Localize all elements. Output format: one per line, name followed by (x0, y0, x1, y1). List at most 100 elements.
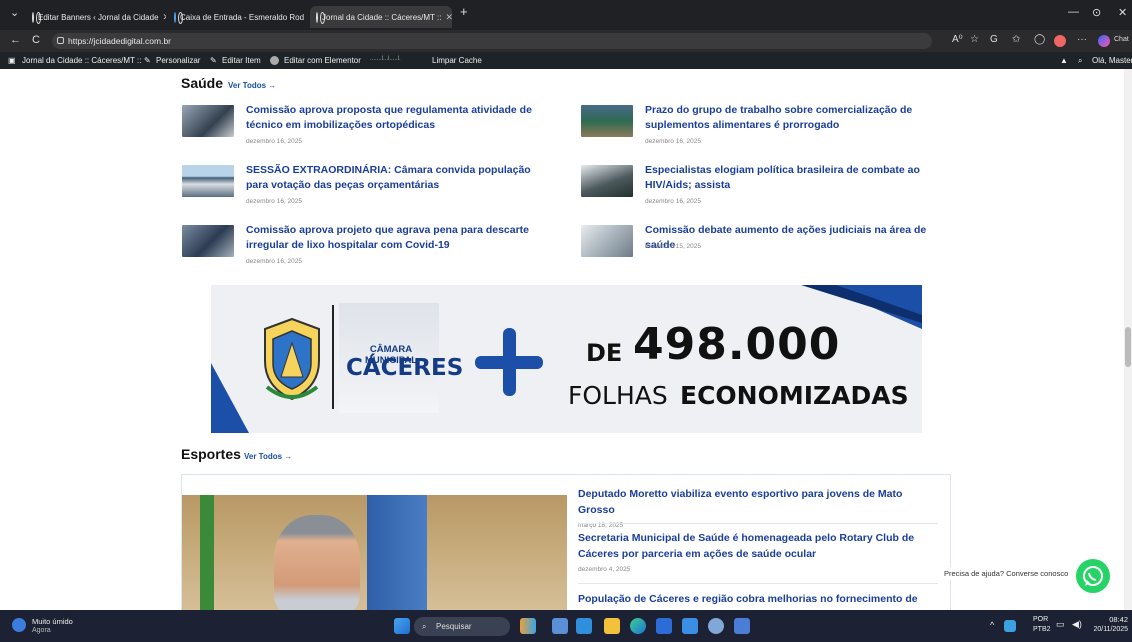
ver-todos-link[interactable]: Ver Todos → (244, 452, 292, 461)
tab-menu-icon[interactable]: ⌄ (10, 6, 19, 19)
clear-cache-link[interactable]: Limpar Cache (432, 56, 482, 65)
settings-icon[interactable] (708, 618, 724, 634)
chevron-up-icon[interactable]: ^ (990, 620, 994, 630)
promo-banner[interactable]: CÂMARA MUNICIPAL CÁCERES DE 498.000 FOLH… (211, 285, 922, 433)
profile-icon[interactable] (1054, 35, 1066, 47)
scrollbar-thumb[interactable] (1125, 327, 1131, 367)
browser-window: ⌄ Editar Banners ‹ Jornal da Cidade ✕ Ca… (0, 0, 1132, 642)
news-title[interactable]: Comissão aprova proposta que regulamenta… (246, 103, 546, 133)
weather-text[interactable]: Muito úmido (32, 617, 73, 626)
news-thumbnail[interactable] (581, 165, 633, 197)
list-item[interactable]: Secretaria Municipal de Saúde é homenage… (578, 531, 938, 573)
search-icon: ⌕ (422, 622, 427, 631)
news-title[interactable]: Secretaria Municipal de Saúde é homenage… (578, 531, 938, 562)
news-thumbnail[interactable] (581, 225, 633, 257)
scrollbar[interactable] (1124, 69, 1132, 610)
weather-sub: Agora (32, 627, 51, 634)
globe-icon (32, 11, 41, 24)
read-aloud-icon[interactable]: A⁰ (952, 34, 963, 45)
url-field[interactable]: https://jcidadedigital.com.br (52, 33, 932, 49)
whatsapp-button[interactable] (1076, 559, 1110, 593)
news-date: dezembro 15, 2025 (645, 243, 702, 250)
help-prompt[interactable]: Precisa de ajuda? Converse conosco (940, 567, 1073, 580)
extension-icon[interactable]: G (990, 34, 998, 45)
news-date: dezembro 16, 2025 (246, 258, 303, 265)
list-item[interactable]: Especialistas elogiam política brasileir… (581, 163, 961, 218)
clock-time[interactable]: 08:42 (1098, 615, 1128, 624)
banner-line2-a: FOLHAS (568, 381, 668, 410)
flag-stripe (200, 495, 214, 610)
clock-date[interactable]: 20/11/2025 (1088, 626, 1128, 633)
windows-start-icon[interactable] (394, 618, 410, 634)
tab-banners[interactable]: Editar Banners ‹ Jornal da Cidade ✕ (26, 6, 166, 28)
shield-icon[interactable]: ◯ (1034, 34, 1045, 45)
minimize-icon[interactable]: — (1068, 6, 1079, 18)
news-title[interactable]: Especialistas elogiam política brasileir… (645, 163, 945, 193)
store-icon[interactable] (656, 618, 672, 634)
taskbar: Muito úmido Agora ⌕ Pesquisar ^ POR PTB2… (0, 610, 1132, 642)
list-item[interactable]: Comissão aprova projeto que agrava pena … (182, 223, 562, 278)
taskview-icon[interactable] (552, 618, 568, 634)
volume-icon[interactable]: ◀) (1072, 619, 1082, 630)
search-icon[interactable]: ⌕ (1078, 56, 1082, 66)
star-icon[interactable]: ☆ (970, 34, 979, 45)
app-icon[interactable] (734, 618, 750, 634)
close-window-icon[interactable]: ✕ (1118, 6, 1127, 19)
weather-icon[interactable] (12, 618, 26, 632)
mail-app-icon[interactable] (682, 618, 698, 634)
news-thumbnail[interactable] (182, 165, 234, 197)
news-thumbnail[interactable] (182, 225, 234, 257)
news-thumbnail[interactable] (182, 105, 234, 137)
coat-of-arms-icon (264, 317, 320, 401)
tab-inbox[interactable]: Caixa de Entrada - Esmeraldo Rod ✕ (168, 6, 308, 28)
back-icon[interactable]: ← (10, 34, 21, 46)
more-icon[interactable]: ··· (1077, 34, 1087, 45)
news-title[interactable]: Prazo do grupo de trabalho sobre comerci… (645, 103, 945, 133)
list-item[interactable]: Comissão debate aumento de ações judicia… (581, 223, 961, 278)
taskbar-search[interactable]: ⌕ Pesquisar (414, 617, 510, 636)
sports-featured-photo[interactable] (182, 495, 567, 610)
url-text: https://jcidadedigital.com.br (68, 36, 171, 46)
teams-icon[interactable] (576, 618, 592, 634)
chat-label[interactable]: Chat (1114, 36, 1129, 43)
favorites-icon[interactable]: ✩ (1012, 34, 1020, 45)
personalize-link[interactable]: Personalizar (156, 56, 200, 65)
news-title[interactable]: População de Cáceres e região cobra melh… (578, 592, 938, 608)
edit-item-link[interactable]: Editar Item (222, 56, 261, 65)
news-title[interactable]: SESSÃO EXTRAORDINÁRIA: Câmara convida po… (246, 163, 546, 193)
restore-icon[interactable]: ⊙ (1092, 6, 1101, 19)
new-tab-icon[interactable]: + (460, 4, 468, 19)
divider (578, 583, 938, 584)
pencil-icon: ✎ (210, 56, 217, 65)
elementor-link[interactable]: Editar com Elementor (284, 56, 361, 65)
bell-icon[interactable]: ▲ (1060, 56, 1068, 65)
onedrive-icon[interactable] (1004, 620, 1016, 632)
list-item[interactable]: Prazo do grupo de trabalho sobre comerci… (581, 103, 961, 158)
elementor-icon (270, 56, 279, 65)
folder-icon[interactable] (604, 618, 620, 634)
list-item[interactable]: SESSÃO EXTRAORDINÁRIA: Câmara convida po… (182, 163, 562, 218)
display-icon[interactable]: ▭ (1056, 619, 1065, 630)
refresh-icon[interactable]: C (32, 34, 40, 46)
news-date: dezembro 16, 2025 (246, 198, 303, 205)
tab-jornal[interactable]: Jornal da Cidade :: Cáceres/MT :: ✕ (310, 6, 452, 28)
news-title[interactable]: Deputado Moretto viabiliza evento esport… (578, 487, 938, 518)
list-item[interactable]: População de Cáceres e região cobra melh… (578, 592, 938, 608)
edge-icon[interactable] (630, 618, 646, 634)
ver-todos-link[interactable]: Ver Todos → (228, 81, 276, 90)
greeting-link[interactable]: Olá, Master (1092, 56, 1132, 65)
section-title-saude: Saúde (181, 75, 224, 91)
list-item[interactable]: Comissão aprova proposta que regulamenta… (182, 103, 562, 158)
news-title[interactable]: Comissão aprova projeto que agrava pena … (246, 223, 546, 253)
close-icon[interactable]: ✕ (163, 12, 166, 23)
wp-site-icon[interactable]: ▣ (8, 56, 16, 65)
lang-code[interactable]: POR (1033, 616, 1048, 623)
wp-site-link[interactable]: Jornal da Cidade :: Cáceres/MT :: (22, 56, 141, 65)
news-thumbnail[interactable] (581, 105, 633, 137)
close-icon[interactable]: ✕ (445, 12, 452, 23)
tab-label: Editar Banners ‹ Jornal da Cidade (38, 12, 159, 22)
search-label: Pesquisar (436, 622, 472, 631)
widgets-icon[interactable] (520, 618, 536, 634)
lang-layout[interactable]: PTB2 (1033, 626, 1051, 633)
copilot-icon[interactable] (1098, 35, 1110, 47)
